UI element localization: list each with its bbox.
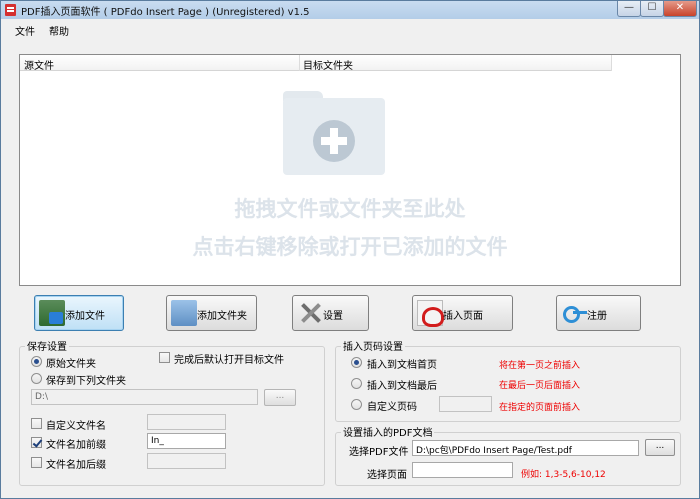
add-folder-button[interactable]: 添加文件夹 [166,295,257,331]
add-folder-watermark-icon [283,91,385,175]
custom-page-note: 在指定的页面前插入 [499,403,581,413]
register-button[interactable]: 注册 [556,295,641,331]
custom-page-radio[interactable] [351,399,362,410]
suffix-input[interactable] [147,453,226,469]
file-list-header: 源文件 目标文件夹 [20,55,612,72]
custom-page-label[interactable]: 自定义页码 [367,398,417,413]
insert-first-note: 将在第一页之前插入 [499,361,581,371]
browse-pdf-button[interactable]: ... [645,439,675,456]
add-file-label: 添加文件 [65,311,105,322]
menu-help[interactable]: 帮助 [49,23,69,38]
menu-file[interactable]: 文件 [15,23,35,38]
insert-first-label[interactable]: 插入到文档首页 [367,356,437,371]
column-target-folder[interactable]: 目标文件夹 [303,57,353,72]
maximize-button[interactable]: ☐ [640,1,664,17]
select-pdf-label: 选择PDF文件 [349,447,409,458]
insert-page-button[interactable]: 插入页面 [412,295,513,331]
add-suffix-checkbox[interactable] [31,457,42,468]
menu-bar: 文件 帮助 [1,19,699,39]
drop-hint-text: 拖拽文件或文件夹至此处 [234,197,466,221]
open-target-label[interactable]: 完成后默认打开目标文件 [174,351,284,366]
pdf-file-input[interactable]: D:\pc包\PDFdo Insert Page/Test.pdf [412,440,639,456]
pdf-app-icon [5,4,16,16]
page-range-input[interactable] [412,462,513,478]
add-suffix-label[interactable]: 文件名加后缀 [46,456,106,471]
insert-first-radio[interactable] [351,357,362,368]
pdf-icon [417,300,444,327]
save-to-folder-label[interactable]: 保存到下列文件夹 [46,372,126,387]
add-folder-icon [171,300,197,326]
column-source-file[interactable]: 源文件 [24,57,54,72]
key-icon [561,300,587,326]
custom-filename-label[interactable]: 自定义文件名 [46,417,106,432]
add-file-icon [39,300,65,326]
prefix-input[interactable]: In_ [147,433,226,449]
browse-folder-button[interactable]: ... [264,389,296,406]
open-target-checkbox[interactable] [159,352,170,363]
register-label: 注册 [587,311,607,322]
save-to-folder-radio[interactable] [31,373,42,384]
page-number-settings-title: 插入页码设置 [341,338,405,353]
insert-last-radio[interactable] [351,378,362,389]
tools-icon [297,300,323,326]
close-button[interactable]: ✕ [663,1,697,17]
insert-page-label: 插入页面 [443,311,483,322]
settings-button[interactable]: 设置 [292,295,369,331]
window-title: PDF插入页面软件 ( PDFdo Insert Page ) (Unregis… [21,7,310,18]
column-divider[interactable] [299,55,300,71]
insert-pdf-title: 设置插入的PDF文档 [341,424,435,439]
settings-label: 设置 [323,311,343,322]
add-file-button[interactable]: 添加文件 [34,295,124,331]
select-page-label: 选择页面 [367,470,407,481]
custom-page-input[interactable] [439,396,492,412]
add-prefix-label[interactable]: 文件名加前缀 [46,436,106,451]
app-window: PDF插入页面软件 ( PDFdo Insert Page ) (Unregis… [0,0,700,499]
original-folder-radio[interactable] [31,356,42,367]
title-bar[interactable]: PDF插入页面软件 ( PDFdo Insert Page ) (Unregis… [1,1,699,19]
add-prefix-checkbox[interactable] [31,437,42,448]
output-folder-input[interactable]: D:\ [31,389,258,405]
file-list-panel[interactable]: 源文件 目标文件夹 拖拽文件或文件夹至此处 点击右键移除或打开已添加的文件 [19,54,681,286]
insert-last-note: 在最后一页后面插入 [499,381,581,391]
insert-last-label[interactable]: 插入到文档最后 [367,377,437,392]
column-divider[interactable] [611,55,612,71]
page-range-example: 例如: 1,3-5,6-10,12 [521,470,606,480]
right-click-hint-text: 点击右键移除或打开已添加的文件 [192,235,508,259]
folder-body-shape [283,98,385,175]
custom-filename-input[interactable] [147,414,226,430]
plus-circle-icon [313,120,355,162]
minimize-button[interactable]: — [617,1,641,17]
add-folder-label: 添加文件夹 [197,311,247,322]
custom-filename-checkbox[interactable] [31,418,42,429]
save-settings-title: 保存设置 [25,338,69,353]
original-folder-label[interactable]: 原始文件夹 [46,355,96,370]
